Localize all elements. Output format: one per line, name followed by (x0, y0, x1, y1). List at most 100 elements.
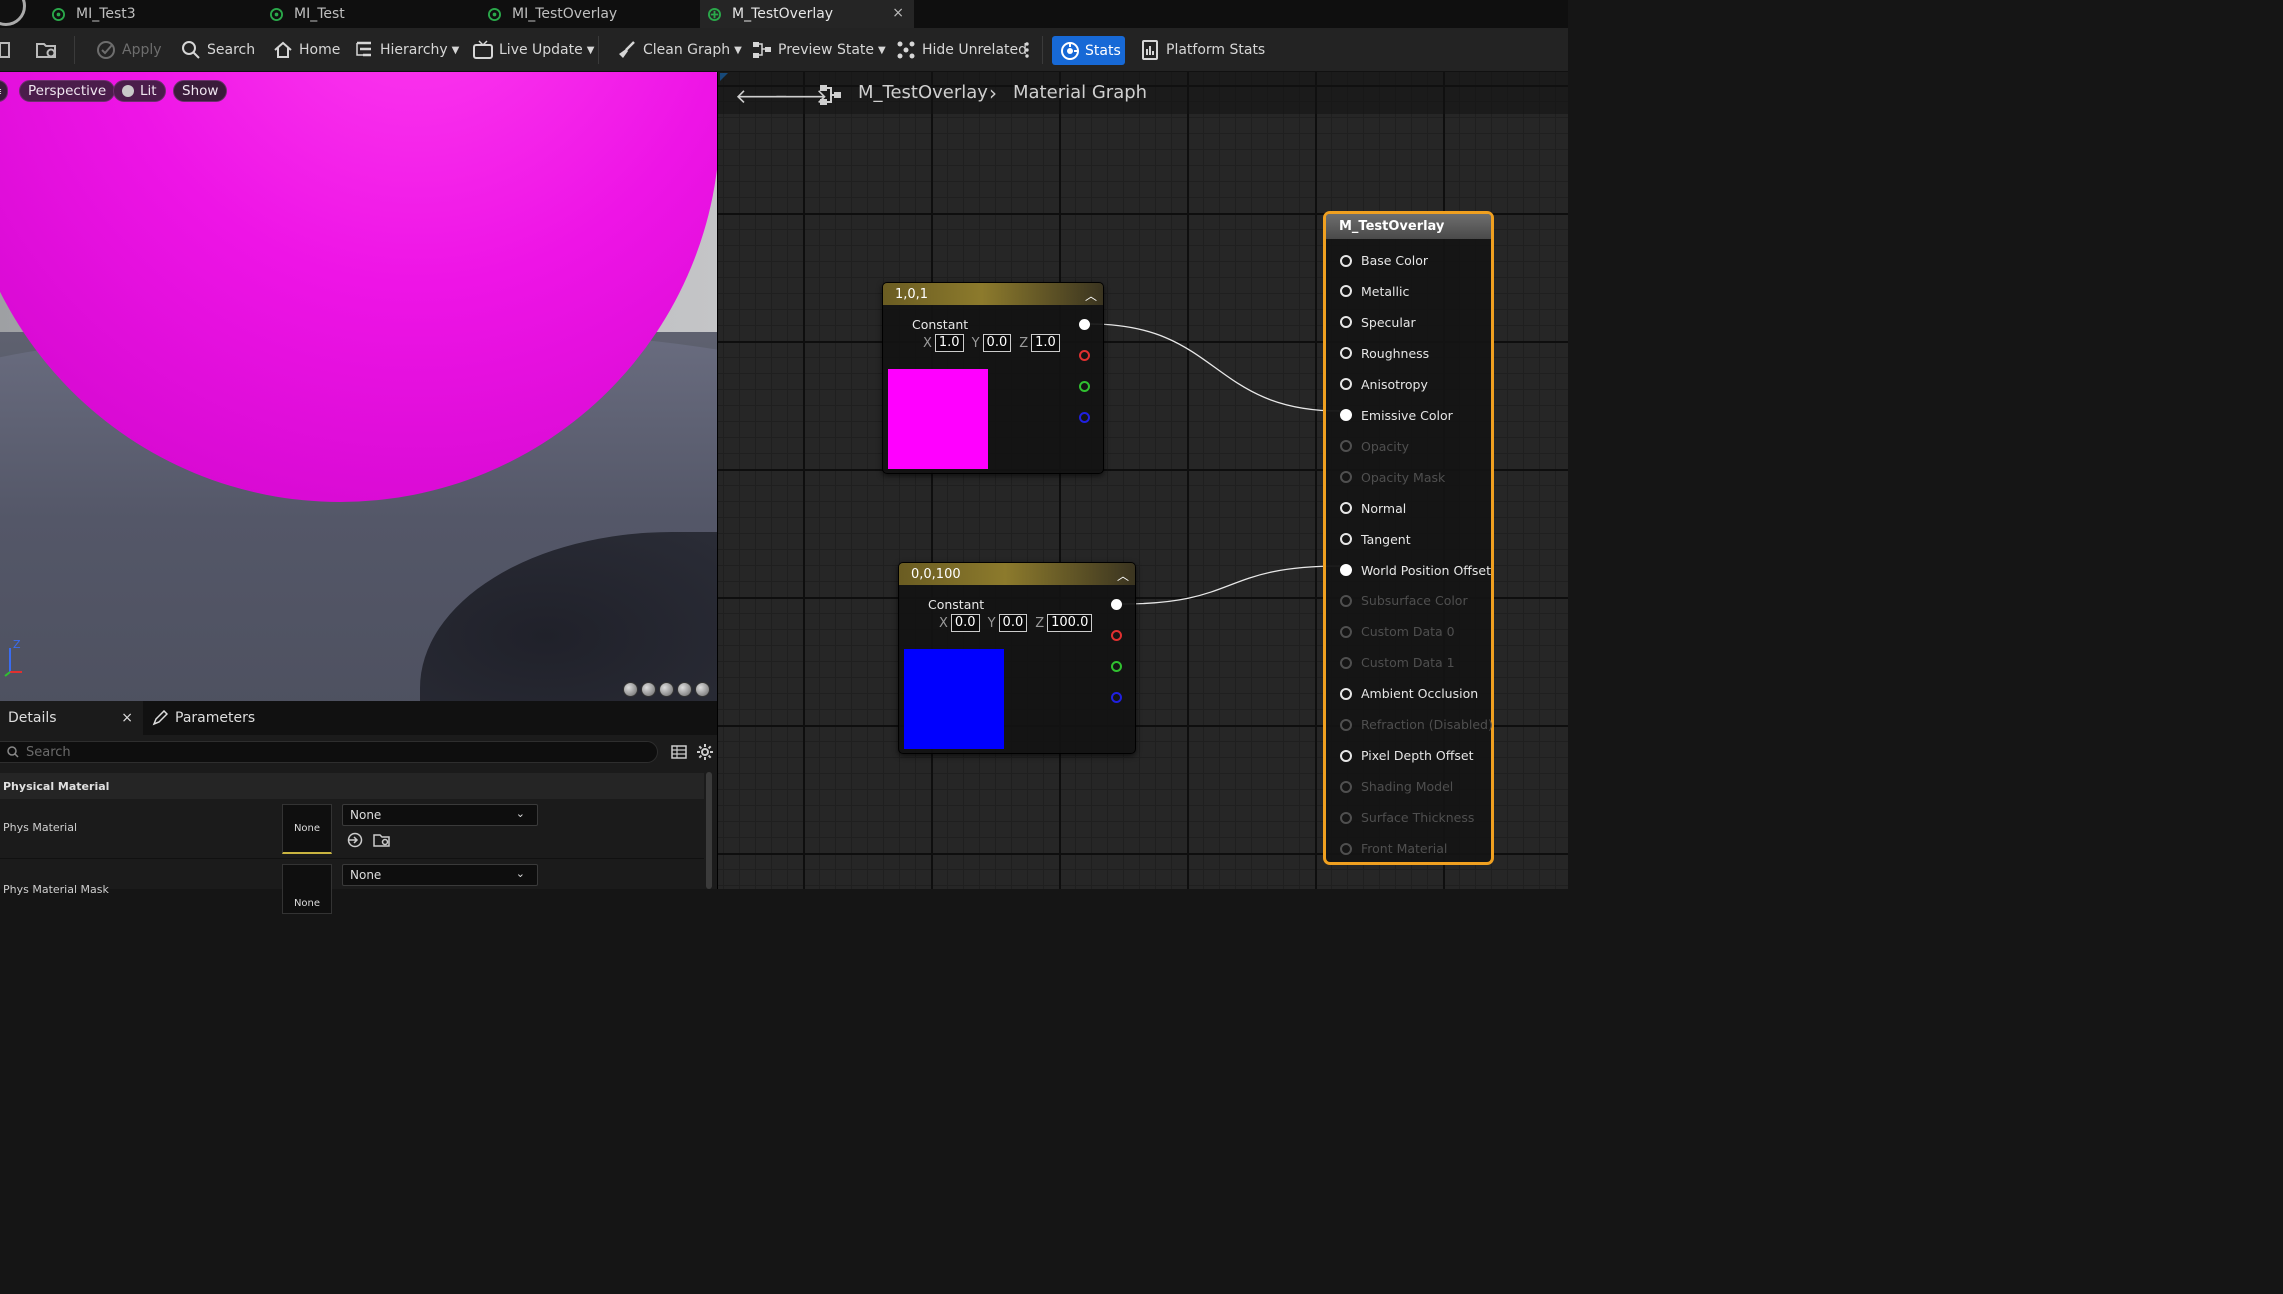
output-pin-g[interactable] (1079, 381, 1090, 392)
breadcrumb-material[interactable]: M_TestOverlay (858, 82, 988, 103)
input-pin-shading-model[interactable]: Shading Model (1340, 779, 1453, 794)
input-pin-roughness[interactable]: Roughness (1340, 346, 1429, 361)
hierarchy-dropdown[interactable]: Hierarchy ▼ (354, 28, 459, 72)
input-pin-anisotropy[interactable]: Anisotropy (1340, 377, 1428, 392)
close-details-icon[interactable]: × (121, 710, 133, 726)
live-update-dropdown[interactable]: Live Update ▼ (473, 28, 594, 72)
graph-hierarchy-icon[interactable] (819, 84, 843, 106)
input-pin-opacity-mask[interactable]: Opacity Mask (1340, 470, 1445, 485)
node-header[interactable]: 1,0,1 ︿ (883, 283, 1103, 305)
search-button[interactable]: Search (181, 28, 255, 72)
material-instance-icon (52, 7, 65, 21)
input-pin-opacity[interactable]: Opacity (1340, 439, 1409, 454)
perspective-button[interactable]: Perspective (19, 80, 116, 102)
collapse-chevron-up-icon[interactable]: ︿ (1117, 567, 1129, 584)
lit-button[interactable]: Lit (113, 80, 166, 102)
chevron-down-icon: ▼ (586, 44, 595, 56)
x-value-input[interactable]: 0.0 (950, 614, 980, 632)
show-button[interactable]: Show (173, 80, 228, 102)
input-pin-specular[interactable]: Specular (1340, 315, 1416, 330)
more-options-icon[interactable] (1022, 28, 1038, 72)
output-pin-b[interactable] (1079, 412, 1090, 423)
output-pin-rgb[interactable] (1079, 319, 1090, 330)
table-view-icon[interactable] (671, 744, 687, 760)
lit-label: Lit (140, 83, 157, 99)
use-selected-asset-icon[interactable] (347, 832, 363, 848)
preview-state-dropdown[interactable]: Preview State ▼ (752, 28, 886, 72)
input-pin-ambient-occlusion[interactable]: Ambient Occlusion (1340, 686, 1478, 701)
input-pin-custom-data-0[interactable]: Custom Data 0 (1340, 624, 1455, 639)
input-pin-custom-data-1[interactable]: Custom Data 1 (1340, 655, 1455, 670)
tab-mi-test[interactable]: MI_Test (270, 0, 480, 28)
phys-material-mask-combo[interactable]: None ⌄ (342, 864, 538, 886)
tab-mi-test3[interactable]: MI_Test3 (52, 0, 262, 28)
output-pin-r[interactable] (1111, 630, 1122, 641)
material-result-node[interactable]: M_TestOverlay Base Color Metallic Specular… (1323, 211, 1494, 865)
phys-material-combo[interactable]: None ⌄ (342, 804, 538, 826)
input-pin-front-material[interactable]: Front Material (1340, 841, 1447, 856)
tab-details[interactable]: Details × (0, 701, 143, 735)
input-pin-refraction-disabled[interactable]: Refraction (Disabled) (1340, 717, 1493, 732)
asset-thumbnail[interactable]: None (282, 804, 332, 854)
section-physical-material[interactable]: Physical Material (0, 773, 704, 799)
input-pin-normal[interactable]: Normal (1340, 501, 1406, 516)
save-button[interactable] (0, 28, 16, 72)
pin-label: Normal (1361, 500, 1407, 516)
y-value-input[interactable]: 0.0 (998, 614, 1028, 632)
plane-shape-icon[interactable] (659, 682, 674, 697)
platform-stats-button[interactable]: Platform Stats (1142, 28, 1265, 72)
x-value-input[interactable]: 1.0 (934, 334, 964, 352)
close-tab-icon[interactable]: × (892, 5, 904, 21)
input-pin-metallic[interactable]: Metallic (1340, 284, 1409, 299)
pin-label: Subsurface Color (1361, 593, 1468, 609)
input-pin-pixel-depth-offset[interactable]: Pixel Depth Offset (1340, 748, 1474, 763)
details-search-input[interactable]: Search (0, 741, 658, 763)
y-value-input[interactable]: 0.0 (982, 334, 1012, 352)
pin-circle-icon (1340, 378, 1352, 391)
custom-mesh-icon[interactable] (695, 682, 710, 697)
z-value-input[interactable]: 1.0 (1031, 334, 1060, 352)
input-pin-subsurface-color[interactable]: Subsurface Color (1340, 593, 1468, 608)
pin-label: Pixel Depth Offset (1361, 748, 1474, 764)
cylinder-shape-icon[interactable] (623, 682, 638, 697)
node-header[interactable]: 0,0,100 ︿ (899, 563, 1135, 585)
input-pin-base-color[interactable]: Base Color (1340, 253, 1428, 268)
live-update-label: Live Update (499, 42, 583, 58)
unreal-logo-icon[interactable] (0, 0, 26, 26)
asset-thumbnail[interactable]: None (282, 864, 332, 914)
input-pin-world-position-offset[interactable]: World Position Offset (1340, 563, 1491, 578)
result-node-header[interactable]: M_TestOverlay (1326, 214, 1491, 239)
show-label: Show (182, 83, 219, 99)
details-scrollbar[interactable] (706, 772, 712, 889)
apply-button[interactable]: Apply (96, 28, 162, 72)
constant3vector-node-magenta[interactable]: 1,0,1 ︿ Constant X 1.0 Y 0.0 Z 1.0 (882, 282, 1104, 474)
collapse-chevron-up-icon[interactable]: ︿ (1085, 287, 1097, 304)
tab-mi-testoverlay[interactable]: MI_TestOverlay (488, 0, 698, 28)
browse-button[interactable] (36, 28, 66, 72)
apply-check-icon (97, 41, 115, 59)
input-pin-emissive-color[interactable]: Emissive Color (1340, 408, 1453, 423)
z-label: Z (1035, 615, 1045, 631)
output-pin-rgb[interactable] (1111, 599, 1122, 610)
pin-circle-icon (1340, 749, 1352, 762)
sphere-shape-icon[interactable] (641, 682, 656, 697)
breadcrumb-material-graph[interactable]: Material Graph (1013, 82, 1147, 103)
z-value-input[interactable]: 100.0 (1047, 614, 1093, 632)
browse-asset-icon[interactable] (373, 832, 391, 848)
hide-unrelated-button[interactable]: Hide Unrelated (896, 28, 1027, 72)
stats-button[interactable]: Stats (1052, 36, 1125, 65)
home-button[interactable]: Home (273, 28, 340, 72)
pin-circle-icon (1340, 409, 1352, 422)
cube-shape-icon[interactable] (677, 682, 692, 697)
tab-parameters[interactable]: Parameters (152, 701, 282, 735)
tab-m-testoverlay[interactable]: M_TestOverlay × (700, 0, 914, 28)
clean-graph-dropdown[interactable]: Clean Graph ▼ (617, 28, 742, 72)
preview-viewport[interactable]: ≡ Perspective Lit Show Z (0, 72, 717, 701)
input-pin-surface-thickness[interactable]: Surface Thickness (1340, 810, 1474, 825)
constant3vector-node-blue[interactable]: 0,0,100 ︿ Constant X 0.0 Y 0.0 Z 100.0 (898, 562, 1136, 754)
output-pin-r[interactable] (1079, 350, 1090, 361)
input-pin-tangent[interactable]: Tangent (1340, 532, 1411, 547)
output-pin-b[interactable] (1111, 692, 1122, 703)
settings-gear-icon[interactable] (696, 743, 714, 761)
output-pin-g[interactable] (1111, 661, 1122, 672)
